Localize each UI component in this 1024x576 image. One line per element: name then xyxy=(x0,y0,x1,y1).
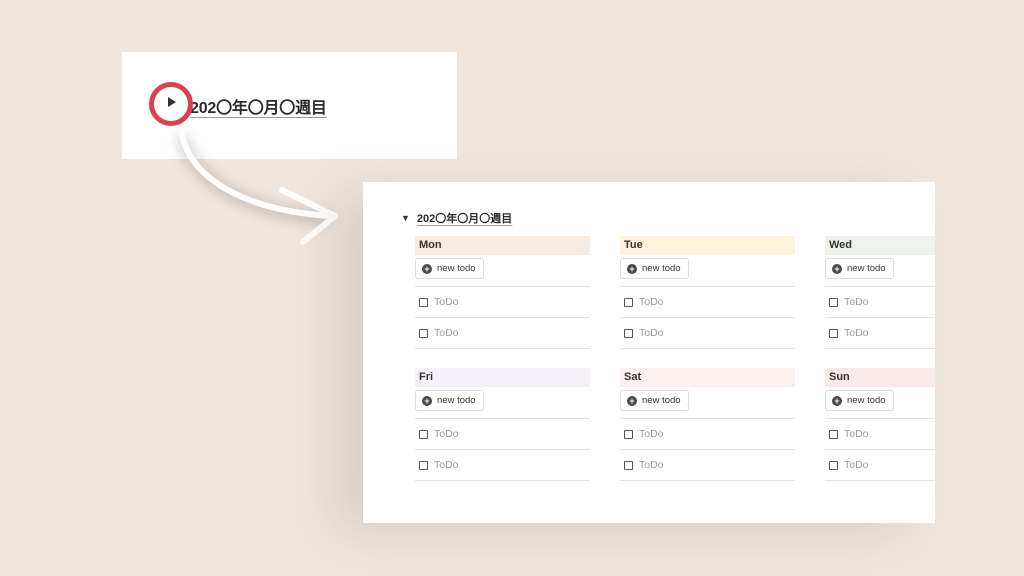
new-todo-label: new todo xyxy=(847,395,886,406)
day-header: Mon xyxy=(415,236,590,255)
todo-item[interactable]: ToDo xyxy=(825,419,935,450)
checkbox[interactable] xyxy=(624,297,633,307)
checkbox[interactable] xyxy=(419,297,428,307)
checkbox[interactable] xyxy=(829,429,838,439)
plus-circle-icon: + xyxy=(422,263,432,274)
todo-text: ToDo xyxy=(639,296,664,308)
plus-circle-icon: + xyxy=(422,395,432,406)
toggle-open-icon[interactable]: ▼ xyxy=(401,213,410,223)
day-column: Wed + new todo ToDo ToDo xyxy=(825,236,935,349)
new-todo-button[interactable]: + new todo xyxy=(825,258,894,279)
day-column: Sat + new todo ToDo ToDo xyxy=(620,368,795,481)
checkbox[interactable] xyxy=(624,429,633,439)
todo-item[interactable]: ToDo xyxy=(825,287,935,318)
day-header: Sun xyxy=(825,368,935,387)
todo-item[interactable]: ToDo xyxy=(415,450,590,481)
new-todo-button[interactable]: + new todo xyxy=(620,390,689,411)
todo-text: ToDo xyxy=(639,327,664,339)
plus-circle-icon: + xyxy=(832,395,842,406)
day-column: Tue + new todo ToDo ToDo xyxy=(620,236,795,349)
todo-item[interactable]: ToDo xyxy=(415,419,590,450)
new-todo-label: new todo xyxy=(642,263,681,274)
todo-text: ToDo xyxy=(434,459,459,471)
todo-item[interactable]: ToDo xyxy=(620,419,795,450)
plus-circle-icon: + xyxy=(627,263,637,274)
day-header: Fri xyxy=(415,368,590,387)
new-todo-button[interactable]: + new todo xyxy=(825,390,894,411)
todo-text: ToDo xyxy=(434,296,459,308)
plus-circle-icon: + xyxy=(832,263,842,274)
new-todo-button[interactable]: + new todo xyxy=(620,258,689,279)
checkbox[interactable] xyxy=(624,328,633,338)
todo-text: ToDo xyxy=(639,459,664,471)
todo-item[interactable]: ToDo xyxy=(415,287,590,318)
todo-text: ToDo xyxy=(434,327,459,339)
todo-item[interactable]: ToDo xyxy=(620,318,795,349)
todo-item[interactable]: ToDo xyxy=(825,318,935,349)
day-column: Fri + new todo ToDo ToDo xyxy=(415,368,590,481)
day-header: Tue xyxy=(620,236,795,255)
todo-item[interactable]: ToDo xyxy=(620,450,795,481)
todo-item[interactable]: ToDo xyxy=(825,450,935,481)
day-column: Mon + new todo ToDo ToDo xyxy=(415,236,590,349)
todo-text: ToDo xyxy=(639,428,664,440)
checkbox[interactable] xyxy=(829,328,838,338)
todo-text: ToDo xyxy=(434,428,459,440)
toggle-title[interactable]: 202〇年〇月〇週目 xyxy=(190,94,327,118)
new-todo-label: new todo xyxy=(437,263,476,274)
checkbox[interactable] xyxy=(419,460,428,470)
new-todo-button[interactable]: + new todo xyxy=(415,390,484,411)
new-todo-label: new todo xyxy=(847,263,886,274)
todo-text: ToDo xyxy=(844,459,869,471)
new-todo-label: new todo xyxy=(437,395,476,406)
expanded-header[interactable]: ▼ 202〇年〇月〇週目 xyxy=(401,210,512,226)
curved-arrow-icon xyxy=(176,131,338,245)
day-header: Sat xyxy=(620,368,795,387)
checkbox[interactable] xyxy=(419,429,428,439)
todo-text: ToDo xyxy=(844,327,869,339)
new-todo-button[interactable]: + new todo xyxy=(415,258,484,279)
todo-text: ToDo xyxy=(844,428,869,440)
expanded-toggle-card: ▼ 202〇年〇月〇週目 Mon + new todo ToDo ToDo Tue + new… xyxy=(363,182,935,523)
day-header: Wed xyxy=(825,236,935,255)
plus-circle-icon: + xyxy=(627,395,637,406)
checkbox[interactable] xyxy=(419,328,428,338)
new-todo-label: new todo xyxy=(642,395,681,406)
day-column: Sun + new todo ToDo ToDo xyxy=(825,368,935,481)
checkbox[interactable] xyxy=(829,297,838,307)
checkbox[interactable] xyxy=(624,460,633,470)
todo-item[interactable]: ToDo xyxy=(620,287,795,318)
todo-text: ToDo xyxy=(844,296,869,308)
expanded-title: 202〇年〇月〇週目 xyxy=(416,213,513,225)
checkbox[interactable] xyxy=(829,460,838,470)
todo-item[interactable]: ToDo xyxy=(415,318,590,349)
